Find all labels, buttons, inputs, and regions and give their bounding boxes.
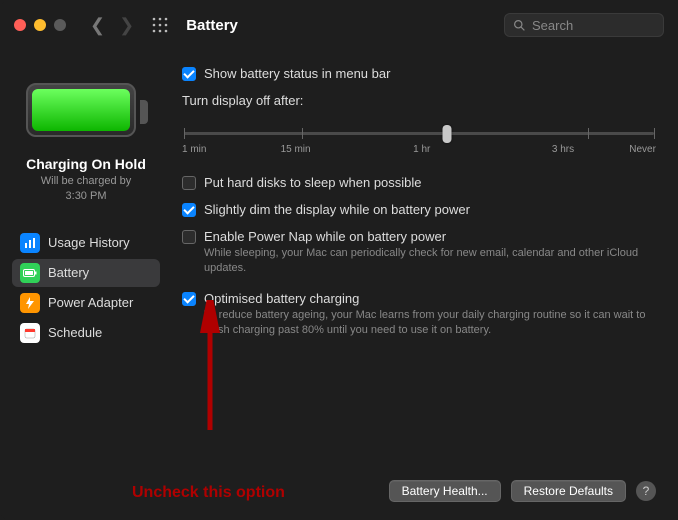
battery-health-button[interactable]: Battery Health... (389, 480, 501, 502)
battery-illustration-icon (26, 80, 146, 140)
battery-icon (20, 263, 40, 283)
checkbox-power-nap[interactable] (182, 230, 196, 244)
maximize-icon[interactable] (54, 19, 66, 31)
label-hard-disks: Put hard disks to sleep when possible (204, 175, 422, 190)
bar-chart-icon (20, 233, 40, 253)
label-optimised-charging: Optimised battery charging (204, 291, 359, 306)
window-title: Battery (186, 17, 238, 34)
desc-power-nap: While sleeping, your Mac can periodicall… (204, 246, 656, 277)
status-title: Charging On Hold (12, 156, 160, 172)
minimize-icon[interactable] (34, 19, 46, 31)
slider-handle[interactable] (443, 125, 452, 143)
status-subtitle: Will be charged by 3:30 PM (12, 174, 160, 205)
bottom-bar: Battery Health... Restore Defaults ? (389, 480, 656, 502)
bolt-icon (20, 293, 40, 313)
label-power-nap: Enable Power Nap while on battery power (204, 229, 446, 244)
back-icon[interactable]: ❮ (90, 15, 105, 36)
sidebar-item-label: Schedule (48, 325, 102, 340)
forward-icon[interactable]: ❯ (119, 15, 134, 36)
grid-icon[interactable] (152, 17, 168, 33)
close-icon[interactable] (14, 19, 26, 31)
desc-optimised-charging: To reduce battery ageing, your Mac learn… (204, 308, 656, 339)
checkbox-show-status[interactable] (182, 67, 196, 81)
label-show-status: Show battery status in menu bar (204, 66, 390, 81)
display-off-slider[interactable]: 1 min 15 min 1 hr 3 hrs Never (182, 118, 656, 155)
checkbox-dim-display[interactable] (182, 203, 196, 217)
traffic-lights (14, 19, 66, 31)
checkbox-optimised-charging[interactable] (182, 292, 196, 306)
sidebar-item-schedule[interactable]: Schedule (12, 319, 160, 347)
sidebar-item-label: Power Adapter (48, 295, 133, 310)
sidebar-item-power-adapter[interactable]: Power Adapter (12, 289, 160, 317)
sidebar-item-label: Usage History (48, 235, 130, 250)
content: Show battery status in menu bar Turn dis… (170, 50, 678, 520)
calendar-icon (20, 323, 40, 343)
titlebar: ❮ ❯ Battery Search (0, 0, 678, 50)
checkbox-hard-disks[interactable] (182, 176, 196, 190)
sidebar-item-label: Battery (48, 265, 89, 280)
restore-defaults-button[interactable]: Restore Defaults (511, 480, 626, 502)
sidebar-item-usage-history[interactable]: Usage History (12, 229, 160, 257)
label-dim-display: Slightly dim the display while on batter… (204, 202, 470, 217)
sidebar-item-battery[interactable]: Battery (12, 259, 160, 287)
nav-arrows: ❮ ❯ (90, 15, 134, 36)
help-button[interactable]: ? (636, 481, 656, 501)
search-input[interactable]: Search (504, 13, 664, 37)
search-placeholder: Search (532, 18, 573, 33)
search-icon (513, 19, 526, 32)
label-turn-display-off: Turn display off after: (182, 93, 656, 108)
sidebar: Charging On Hold Will be charged by 3:30… (0, 50, 170, 520)
battery-settings-window: ❮ ❯ Battery Search Charging On (0, 0, 678, 520)
